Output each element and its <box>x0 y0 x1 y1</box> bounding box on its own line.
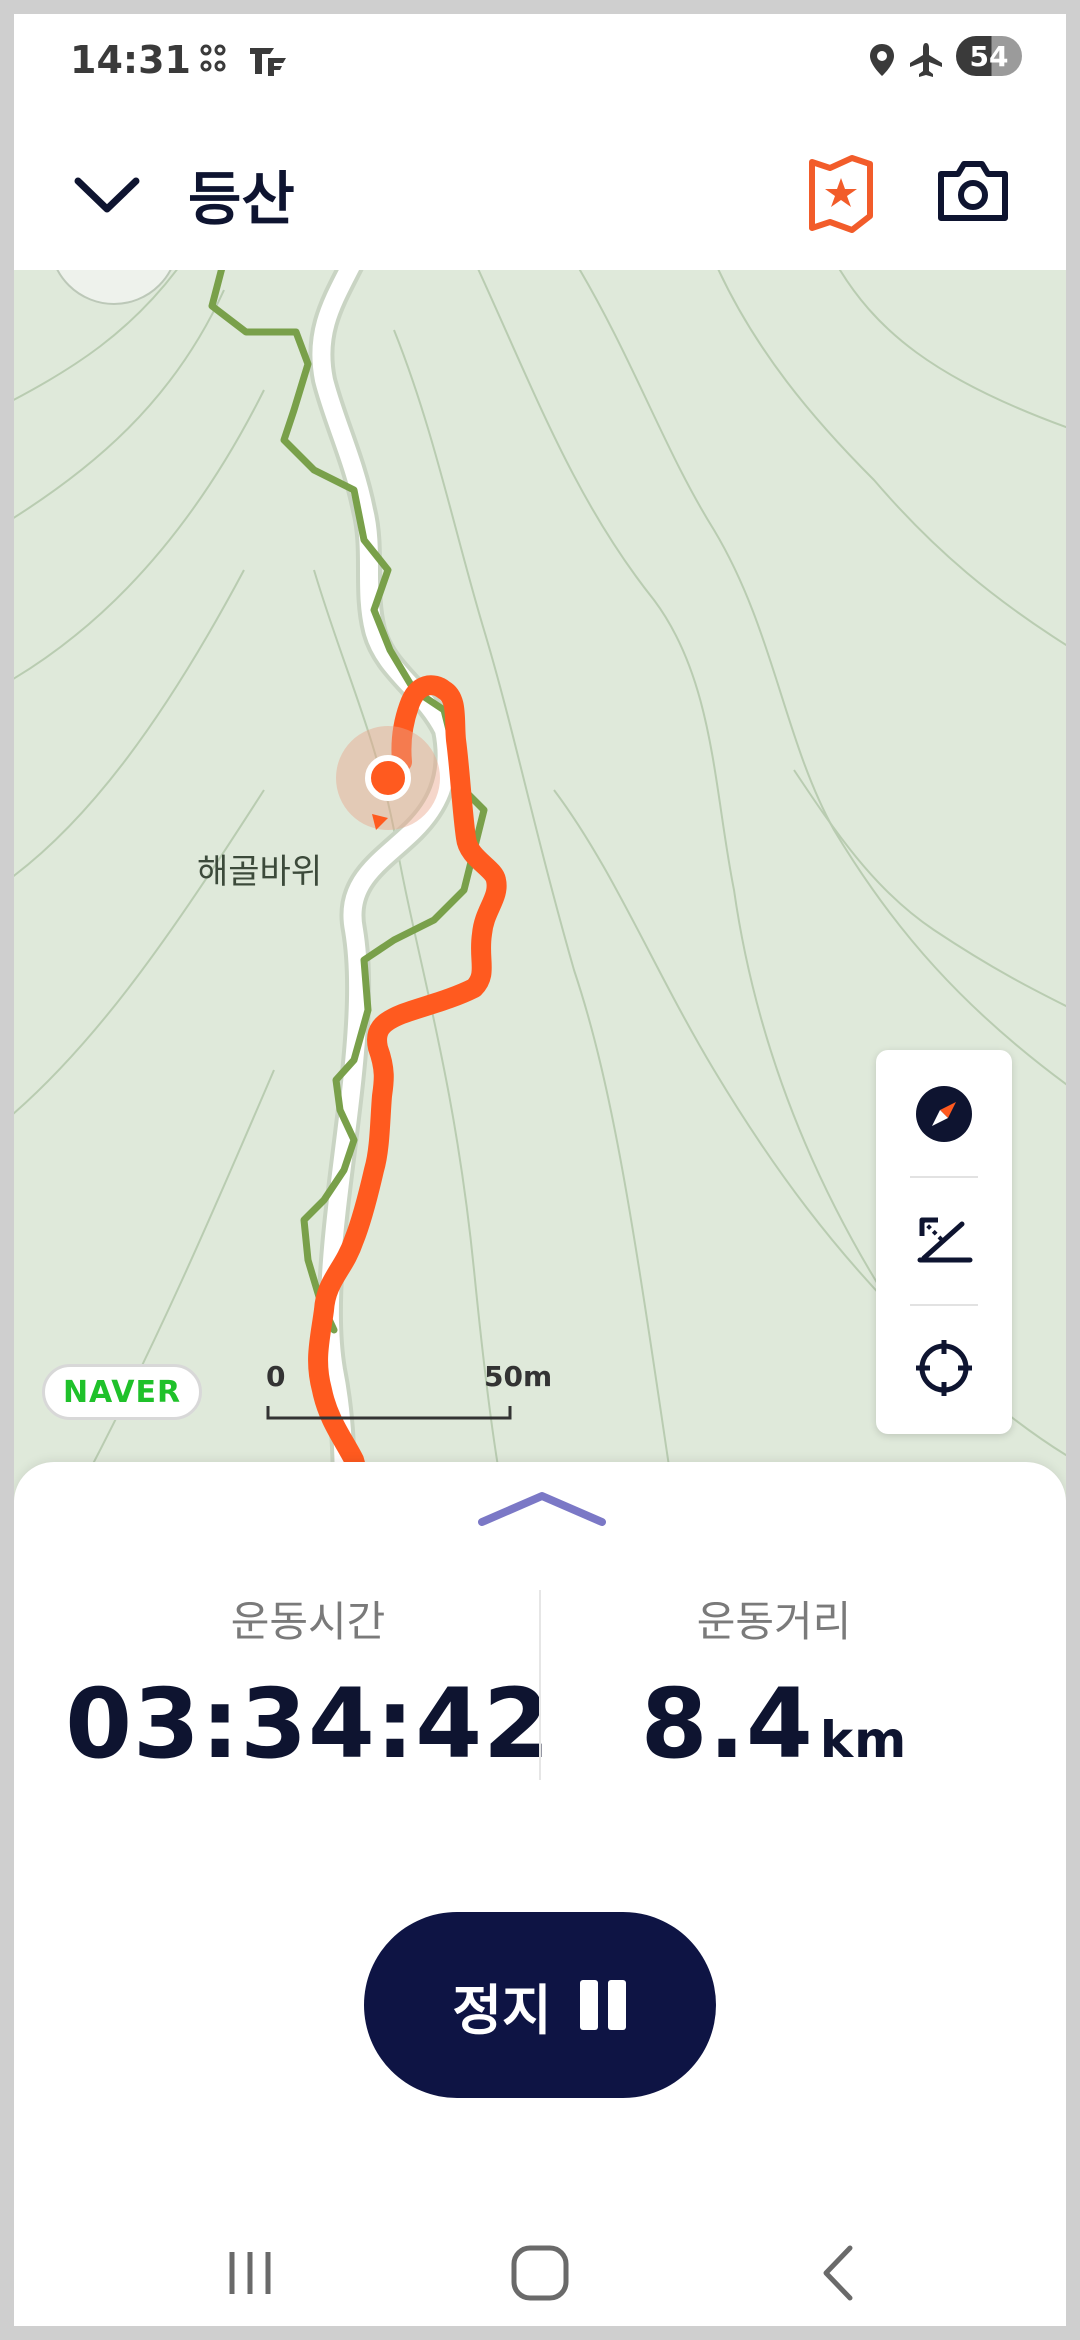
time-label: 운동시간 <box>230 1597 386 1646</box>
pause-icon <box>578 1980 628 2030</box>
distance-unit: km <box>819 1711 908 1769</box>
screen: 14:31 54 등산 해골바위 NAVER 0 50m 운동시간 03:34:… <box>14 14 1066 2326</box>
scale-start-label: 0 <box>266 1360 286 1393</box>
scale-end-label: 50m <box>484 1360 553 1393</box>
tf-app-icon <box>246 40 286 80</box>
system-nav-bar <box>14 2228 1066 2326</box>
battery-indicator: 54 <box>956 36 1022 76</box>
map-view[interactable]: 해골바위 NAVER 0 50m <box>14 270 1066 1500</box>
time-value-text: 03:34:42 <box>65 1668 551 1780</box>
locate-icon <box>916 1340 972 1396</box>
home-icon <box>511 2245 569 2301</box>
workout-sheet: 운동시간 03:34:42 운동거리 8.4 km 정지 <box>14 1462 1066 2326</box>
star-flag-icon <box>809 155 873 233</box>
map-controls <box>876 1050 1012 1434</box>
status-time: 14:31 <box>70 38 191 82</box>
home-button[interactable] <box>500 2238 580 2308</box>
back-button[interactable] <box>800 2238 880 2308</box>
slope-icon <box>917 1217 973 1263</box>
collapse-button[interactable] <box>72 159 142 229</box>
compass-button[interactable] <box>876 1054 1012 1174</box>
grid-dots-icon <box>196 40 236 80</box>
camera-icon <box>938 161 1008 221</box>
chevron-up-icon <box>478 1492 606 1526</box>
location-icon <box>862 40 902 80</box>
airplane-icon <box>906 40 946 80</box>
status-bar: 14:31 54 <box>14 14 1066 114</box>
back-icon <box>823 2245 853 2301</box>
chevron-down-icon <box>74 177 140 213</box>
stop-button[interactable]: 정지 <box>364 1912 716 2098</box>
compass-icon <box>916 1086 972 1142</box>
expand-sheet-handle[interactable] <box>476 1488 608 1528</box>
recent-apps-icon <box>229 2252 271 2294</box>
badge-button[interactable] <box>804 152 878 236</box>
app-header: 등산 <box>14 114 1066 270</box>
distance-value: 8.4 km <box>524 1668 1024 1780</box>
controls-divider <box>910 1176 978 1178</box>
distance-label: 운동거리 <box>696 1597 852 1646</box>
locate-button[interactable] <box>876 1308 1012 1428</box>
map-scale: 0 50m <box>254 1360 554 1410</box>
map-provider-logo[interactable]: NAVER <box>42 1364 202 1420</box>
time-value: 03:34:42 <box>58 1668 558 1780</box>
slope-button[interactable] <box>876 1180 1012 1300</box>
page-title: 등산 <box>188 165 295 233</box>
stop-button-label: 정지 <box>452 1978 552 2042</box>
controls-divider <box>910 1304 978 1306</box>
recent-apps-button[interactable] <box>210 2238 290 2308</box>
place-label: 해골바위 <box>197 852 323 892</box>
camera-button[interactable] <box>936 156 1010 226</box>
distance-number: 8.4 <box>640 1668 814 1780</box>
